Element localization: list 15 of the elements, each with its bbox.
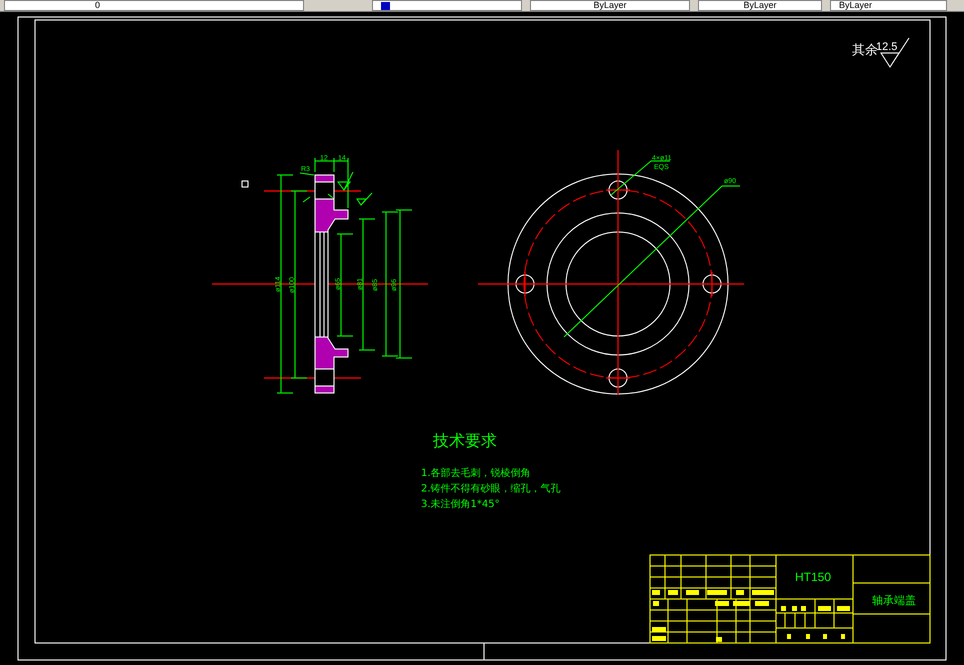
roughness-label: 其余 bbox=[852, 43, 878, 58]
layer-dropdown[interactable]: 0 bbox=[4, 0, 304, 11]
plotstyle-dropdown[interactable]: ByLayer bbox=[830, 0, 947, 11]
linetype-dropdown[interactable]: ByLayer bbox=[530, 0, 690, 11]
roughness-value: 12.5 bbox=[876, 41, 898, 53]
marker-square-icon bbox=[242, 180, 248, 188]
part-name: 轴承端盖 bbox=[872, 594, 916, 607]
requirement-text: 3.未注倒角1*45° bbox=[421, 499, 500, 510]
requirements-title: 技术要求 bbox=[433, 431, 497, 450]
color-dropdown[interactable] bbox=[372, 0, 522, 11]
requirement-text: 2.铸件不得有砂眼，缩孔，气孔 bbox=[421, 484, 561, 494]
color-swatch-icon bbox=[381, 2, 390, 10]
lineweight-dropdown[interactable]: ByLayer bbox=[698, 0, 822, 11]
material-label: HT150 bbox=[795, 570, 832, 584]
requirement-text: 1.各部去毛刺，锐棱倒角 bbox=[421, 468, 531, 479]
